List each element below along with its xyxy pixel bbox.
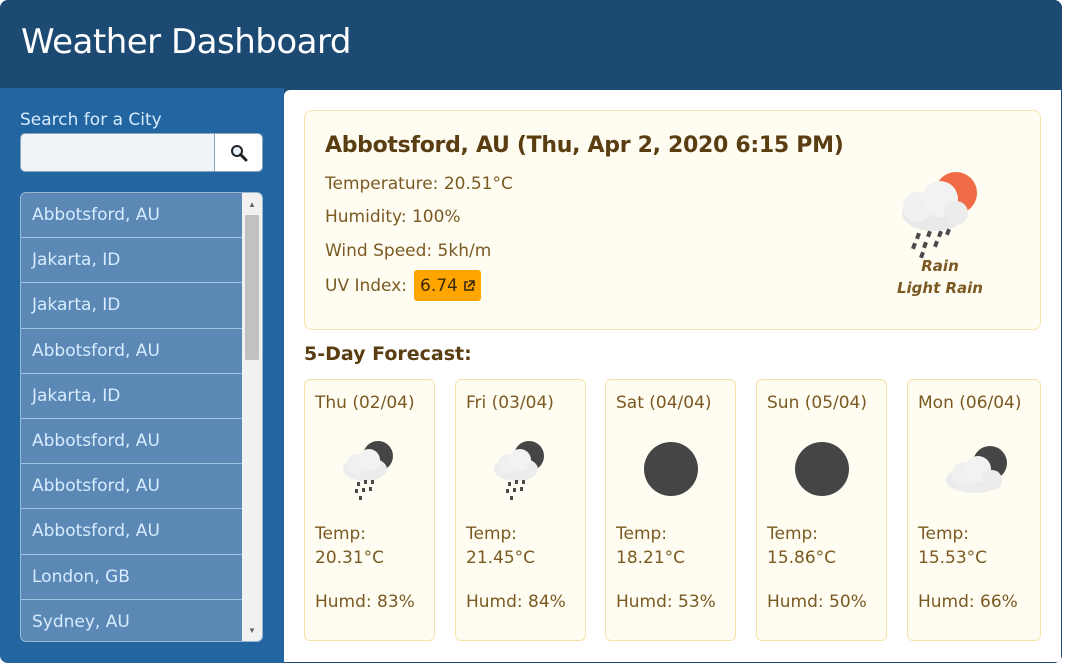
forecast-day: Thu (02/04) <box>315 393 415 413</box>
forecast-humidity: Humd: 84% <box>466 592 566 612</box>
app-title: Weather Dashboard <box>21 22 351 62</box>
uv-index-badge[interactable]: 6.74 <box>414 270 481 301</box>
app-header: Weather Dashboard <box>0 0 1062 88</box>
city-item[interactable]: Abbotsford, AU <box>21 419 242 465</box>
magnifier-icon <box>230 144 247 161</box>
search-button[interactable] <box>214 134 262 171</box>
current-humidity: Humidity: 100% <box>325 207 461 227</box>
forecast-card: Sun (05/04) Temp: 15.86°C Humd: 50% <box>756 379 887 641</box>
city-item[interactable]: Jakarta, ID <box>21 374 242 419</box>
forecast-card: Thu (02/04) Temp: 20.31°C Humd: 83% <box>304 379 435 641</box>
forecast-day: Sun (05/04) <box>767 393 867 413</box>
current-temperature: Temperature: 20.51°C <box>325 174 513 194</box>
forecast-humidity: Humd: 83% <box>315 592 415 612</box>
current-city-title: Abbotsford, AU (Thu, Apr 2, 2020 6:15 PM… <box>325 133 844 158</box>
weather-description: Light Rain <box>896 279 983 297</box>
forecast-temp: 21.45°C <box>466 548 536 568</box>
forecast-temp-label: Temp: <box>918 524 970 544</box>
city-history-list: Abbotsford, AU Jakarta, ID Jakarta, ID A… <box>20 192 263 642</box>
forecast-temp: 15.86°C <box>767 548 837 568</box>
forecast-card: Fri (03/04) Temp: 21.45°C Humd: 84% <box>455 379 586 641</box>
forecast-card: Sat (04/04) Temp: 18.21°C Humd: 53% <box>605 379 736 641</box>
city-item[interactable]: London, GB <box>21 555 242 600</box>
moon-icon <box>644 442 698 496</box>
search-label: Search for a City <box>20 110 162 130</box>
search-box <box>20 133 263 172</box>
moon-icon <box>795 442 849 496</box>
current-wind-speed: Wind Speed: 5kh/m <box>325 241 492 261</box>
forecast-temp: 20.31°C <box>315 548 385 568</box>
weather-condition: Rain <box>921 257 959 275</box>
forecast-temp-label: Temp: <box>466 524 518 544</box>
city-item[interactable]: Jakarta, ID <box>21 238 242 284</box>
uv-index-label: UV Index: <box>325 276 408 296</box>
city-search-input[interactable] <box>21 134 214 171</box>
forecast-temp-label: Temp: <box>616 524 668 544</box>
city-item[interactable]: Jakarta, ID <box>21 283 242 329</box>
sidebar: Search for a City Abbotsford, AU Jakarta… <box>0 88 284 663</box>
forecast-humidity: Humd: 50% <box>767 592 867 612</box>
moon-cloud-rain-icon <box>494 441 544 500</box>
scroll-down-arrow-icon[interactable]: ▼ <box>242 621 262 639</box>
moon-cloud-icon <box>946 446 1007 493</box>
forecast-temp: 15.53°C <box>918 548 988 568</box>
sun-cloud-rain-icon <box>902 172 977 259</box>
external-link-icon <box>464 279 475 291</box>
forecast-day: Fri (03/04) <box>466 393 554 413</box>
forecast-humidity: Humd: 66% <box>918 592 1018 612</box>
weather-dashboard-app: Weather Dashboard Search for a City Abbo… <box>0 0 1062 663</box>
uv-index-value: 6.74 <box>420 275 458 296</box>
forecast-temp-label: Temp: <box>315 524 367 544</box>
forecast-day: Sat (04/04) <box>616 393 712 413</box>
forecast-humidity: Humd: 53% <box>616 592 716 612</box>
forecast-day: Mon (06/04) <box>918 393 1022 413</box>
forecast-title: 5-Day Forecast: <box>304 343 472 365</box>
forecast-temp-label: Temp: <box>767 524 819 544</box>
city-item[interactable]: Sydney, AU <box>21 600 242 641</box>
city-item[interactable]: Abbotsford, AU <box>21 464 242 510</box>
city-item[interactable]: Abbotsford, AU <box>21 509 242 555</box>
moon-cloud-rain-icon <box>343 441 393 500</box>
forecast-temp: 18.21°C <box>616 548 686 568</box>
main-panel: Abbotsford, AU (Thu, Apr 2, 2020 6:15 PM… <box>284 90 1061 662</box>
scroll-thumb[interactable] <box>245 215 259 360</box>
scroll-up-arrow-icon[interactable]: ▲ <box>242 195 262 213</box>
city-item[interactable]: Abbotsford, AU <box>21 329 242 374</box>
current-weather-card: Abbotsford, AU (Thu, Apr 2, 2020 6:15 PM… <box>304 110 1041 330</box>
list-scrollbar[interactable]: ▲ ▼ <box>242 193 262 641</box>
forecast-card: Mon (06/04) Temp: 15.53°C Humd: 66% <box>907 379 1041 641</box>
city-item[interactable]: Abbotsford, AU <box>21 193 242 239</box>
